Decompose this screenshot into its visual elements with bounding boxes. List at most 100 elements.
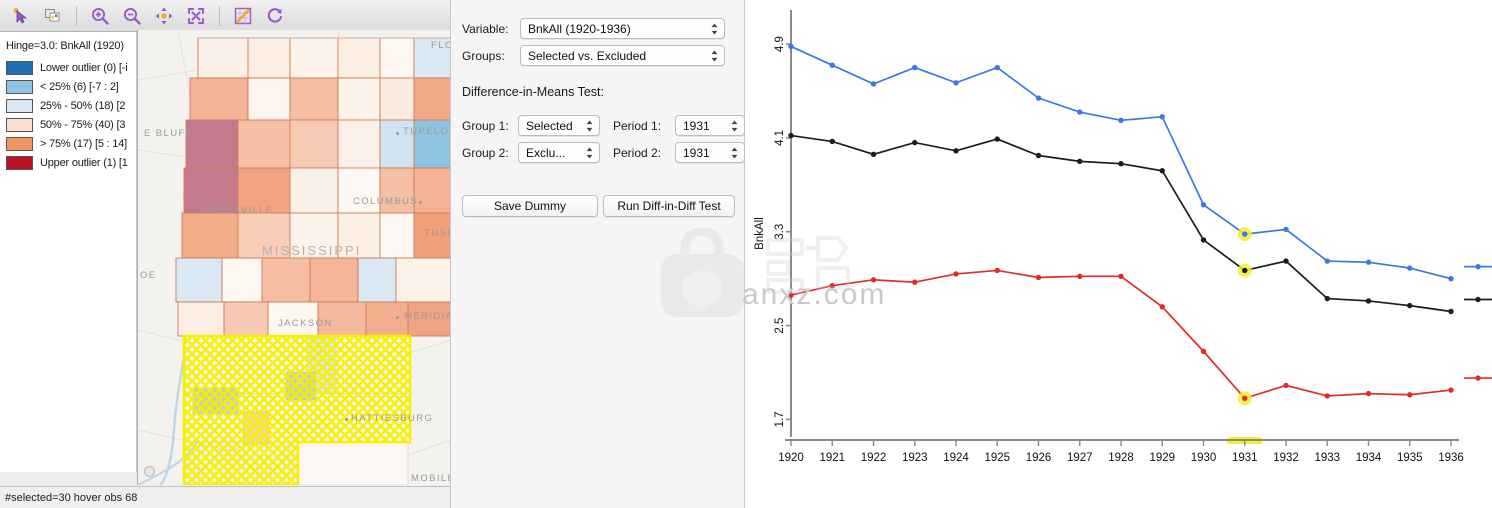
data-point-excluded-1934[interactable]: [1365, 259, 1372, 265]
data-point-selected-1921[interactable]: [829, 282, 835, 289]
data-point-excluded-1927[interactable]: [1077, 109, 1083, 115]
group1-select[interactable]: Selected: [518, 115, 600, 136]
data-point-excluded-1930[interactable]: [1200, 202, 1207, 208]
data-point-selected-1930[interactable]: [1200, 348, 1207, 355]
map-city-dot-tupelo: [396, 132, 399, 135]
time-series-chart-panel[interactable]: 1.7 2.5 3.3 4.1 4.9 BnkAll 1920 1921 1922 1923 192…: [746, 0, 1492, 508]
data-point-all-1930[interactable]: [1200, 237, 1207, 243]
data-point-excluded-1924[interactable]: [953, 80, 959, 86]
data-point-selected-1922[interactable]: [870, 277, 877, 283]
data-point-excluded-1920[interactable]: [788, 43, 794, 50]
legend-item-upper-outlier[interactable]: Upper outlier (1) [1: [6, 154, 132, 172]
save-dummy-label: Save Dummy: [493, 199, 567, 213]
data-point-excluded-1932[interactable]: [1283, 226, 1289, 233]
legend-swatch: [6, 156, 33, 170]
x-tick-label: 1930: [1191, 452, 1217, 464]
data-point-all-1924[interactable]: [953, 148, 959, 154]
data-point-all-1931[interactable]: [1242, 267, 1248, 274]
data-point-selected-1933[interactable]: [1324, 393, 1330, 399]
data-point-all-1921[interactable]: [829, 138, 835, 145]
pan-icon[interactable]: [149, 3, 179, 29]
map-legend: Hinge=3.0: BnkAll (1920) Lower outlier (…: [0, 32, 137, 472]
zoom-in-icon[interactable]: [85, 3, 115, 29]
group2-select[interactable]: Exclu...: [518, 142, 600, 163]
data-point-excluded-1936[interactable]: [1448, 275, 1454, 282]
data-point-excluded-1935[interactable]: [1407, 265, 1413, 271]
data-point-selected-1936[interactable]: [1448, 387, 1454, 393]
data-point-selected-1928[interactable]: [1118, 273, 1124, 280]
data-point-all-1933[interactable]: [1324, 295, 1330, 302]
data-point-selected-1926[interactable]: [1035, 274, 1042, 281]
period2-label: Period 2:: [613, 145, 662, 160]
data-point-all-1928[interactable]: [1118, 161, 1124, 167]
data-point-selected-1923[interactable]: [912, 279, 918, 285]
y-tick-label: 1.7: [774, 411, 786, 427]
data-point-excluded-1923[interactable]: [912, 64, 918, 71]
data-point-selected-1925[interactable]: [994, 267, 1000, 274]
data-point-all-1929[interactable]: [1159, 168, 1165, 174]
data-point-all-1934[interactable]: [1365, 298, 1372, 304]
data-point-excluded-1925[interactable]: [994, 64, 1000, 71]
data-point-all-1920[interactable]: [788, 132, 794, 139]
data-point-excluded-1922[interactable]: [870, 81, 877, 87]
data-point-selected-1932[interactable]: [1283, 382, 1289, 389]
data-point-all-1935[interactable]: [1407, 302, 1413, 309]
data-point-selected-1924[interactable]: [953, 271, 959, 277]
selection-tool-icon[interactable]: [228, 3, 258, 29]
chevron-updown-icon: [586, 120, 593, 131]
period1-select[interactable]: 1931: [675, 115, 745, 136]
x-tick-label: 1920: [778, 452, 804, 464]
variable-select[interactable]: BnkAll (1920-1936): [520, 18, 725, 39]
data-point-selected-1929[interactable]: [1159, 304, 1165, 310]
data-point-all-1926[interactable]: [1035, 152, 1042, 159]
zoom-out-icon[interactable]: [117, 3, 147, 29]
data-point-all-1927[interactable]: [1077, 158, 1083, 165]
data-point-all-1923[interactable]: [912, 139, 918, 146]
data-point-all-1922[interactable]: [870, 151, 877, 158]
save-dummy-button[interactable]: Save Dummy: [462, 195, 598, 217]
run-diff-in-diff-button[interactable]: Run Diff-in-Diff Test: [603, 195, 735, 217]
legend-item-label: Upper outlier (1) [1: [40, 157, 128, 169]
data-point-all-1925[interactable]: [994, 136, 1000, 142]
groups-select[interactable]: Selected vs. Excluded: [520, 45, 725, 66]
time-series-chart[interactable]: 1.7 2.5 3.3 4.1 4.9 BnkAll 1920 1921 1922 1923 192…: [746, 0, 1492, 508]
data-point-excluded-1921[interactable]: [829, 62, 835, 68]
chevron-updown-icon: [731, 120, 738, 131]
map-panel: Hinge=3.0: BnkAll (1920) Lower outlier (…: [0, 0, 450, 508]
chevron-updown-icon: [711, 50, 718, 61]
chevron-updown-icon: [711, 23, 718, 34]
data-point-selected-1935[interactable]: [1407, 392, 1413, 398]
map-attribution-badge[interactable]: [144, 466, 155, 477]
data-point-selected-1934[interactable]: [1365, 390, 1372, 397]
choropleth-map[interactable]: MISSISSIPPI E BLUFF TUPELO FLO GREENVILL…: [137, 30, 450, 485]
data-point-selected-1931[interactable]: [1242, 395, 1248, 401]
legend-item-under-25[interactable]: < 25% (6) [-7 : 2]: [6, 78, 132, 96]
layers-icon[interactable]: [38, 3, 68, 29]
y-tick-label: 3.3: [774, 224, 786, 240]
data-point-selected-1927[interactable]: [1077, 273, 1083, 280]
legend-item-25-50[interactable]: 25% - 50% (18) [2: [6, 97, 132, 115]
x-tick-label: 1921: [819, 452, 845, 464]
x-tick-label: 1936: [1438, 452, 1464, 464]
data-point-excluded-1929[interactable]: [1159, 114, 1165, 120]
data-point-excluded-1926[interactable]: [1035, 95, 1042, 101]
legend-swatch: [6, 118, 33, 132]
x-tick-label: 1925: [984, 452, 1010, 464]
period2-select[interactable]: 1931: [675, 142, 745, 163]
data-point-excluded-1928[interactable]: [1118, 117, 1124, 124]
legend-item-lower-outlier[interactable]: Lower outlier (0) [-i: [6, 59, 132, 77]
data-point-excluded-1933[interactable]: [1324, 258, 1330, 264]
pointer-select-icon[interactable]: [6, 3, 36, 29]
fit-extent-icon[interactable]: [181, 3, 211, 29]
group1-select-value: Selected: [526, 118, 573, 133]
refresh-icon[interactable]: [260, 3, 290, 29]
legend-item-over-75[interactable]: > 75% (17) [5 : 14]: [6, 135, 132, 153]
group2-select-value: Exclu...: [526, 145, 566, 160]
data-point-all-1932[interactable]: [1283, 258, 1289, 264]
status-text: #selected=30 hover obs 68: [5, 491, 138, 504]
data-point-selected-1920[interactable]: [788, 292, 794, 298]
data-point-all-1936[interactable]: [1448, 308, 1454, 315]
series-clipped-point-all: [1475, 296, 1481, 303]
legend-item-50-75[interactable]: 50% - 75% (40) [3: [6, 116, 132, 134]
data-point-excluded-1931[interactable]: [1242, 231, 1248, 237]
